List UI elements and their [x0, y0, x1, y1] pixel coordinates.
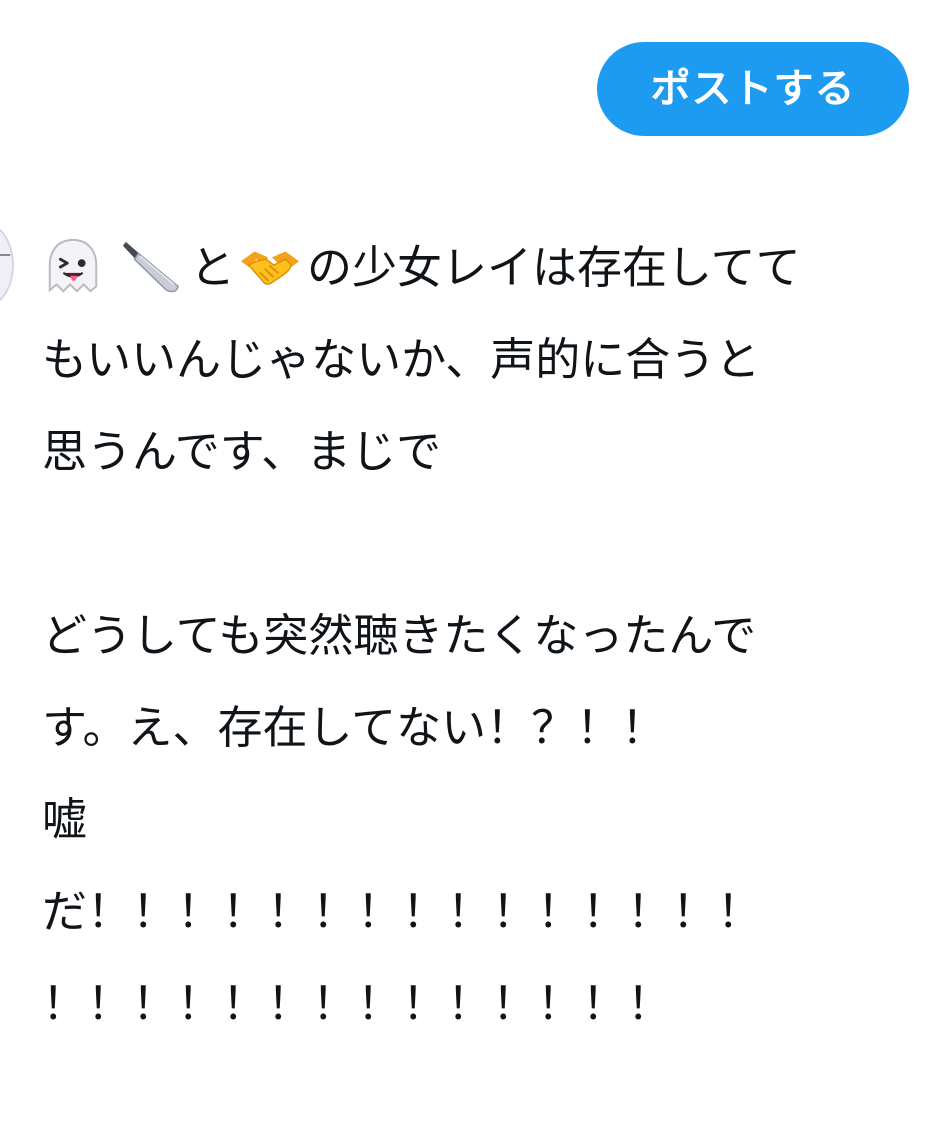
post-button[interactable]: ポストする [597, 42, 909, 136]
text-line-2: もいいんじゃないか、声的に合うと [42, 333, 761, 386]
compose-screen: ポストする と の少女レイは存在してて もいいんじゃないか、声的に合うと 思うん… [0, 0, 946, 1125]
text-line-1: と の少女レイは存在してて [42, 222, 922, 314]
handshake-icon [240, 251, 300, 285]
text-line-3: 思うんです、まじで [42, 425, 442, 478]
text-line-blank [42, 498, 922, 590]
avatar[interactable] [0, 222, 14, 308]
text-line-6: す。え、存在してない！？！！ [42, 701, 667, 754]
ghost-icon [48, 238, 98, 293]
text-line-9: ！！！！！！！！！！！！！！ [42, 977, 673, 1030]
line1-connector: と [190, 241, 236, 294]
text-line-8: だ！！！！！！！！！！！！！！！ [42, 885, 763, 938]
avatar-illustration [0, 254, 11, 278]
line1-rest: の少女レイは存在してて [307, 241, 801, 294]
text-line-5: どうしても突然聴きたくなったんで [42, 609, 757, 662]
kitchen-knife-icon [122, 241, 179, 293]
text-line-7: 嘘 [42, 793, 88, 846]
post-text-area[interactable]: と の少女レイは存在してて もいいんじゃないか、声的に合うと 思うんです、まじで… [42, 222, 922, 1050]
